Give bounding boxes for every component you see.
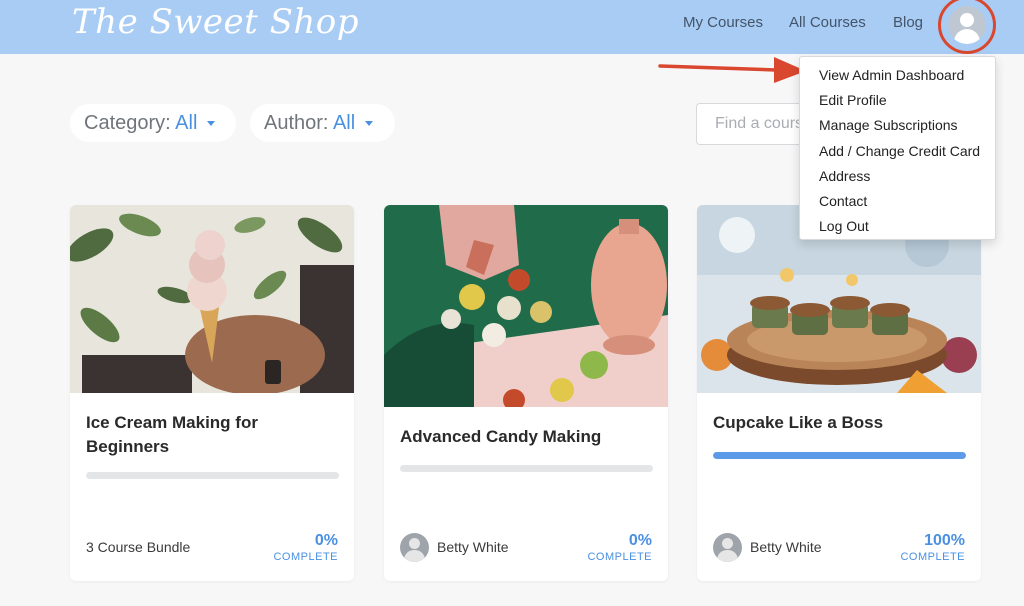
author-filter-value[interactable]: All: [333, 112, 355, 134]
course-percent: 100%: [924, 532, 965, 549]
chevron-down-icon[interactable]: [364, 121, 373, 127]
menu-item-contact[interactable]: Contact: [800, 189, 995, 214]
menu-item-address[interactable]: Address: [800, 164, 995, 189]
course-title[interactable]: Ice Cream Making for Beginners: [86, 411, 340, 459]
category-filter-label: Category:: [84, 112, 171, 134]
course-search-input[interactable]: [696, 103, 806, 145]
course-bundle-label: 3 Course Bundle: [86, 539, 191, 555]
menu-item-manage-subscriptions[interactable]: Manage Subscriptions: [800, 113, 995, 138]
menu-item-view-admin-dashboard[interactable]: View Admin Dashboard: [800, 63, 995, 88]
author-avatar-icon: [400, 533, 429, 562]
course-complete-label: COMPLETE: [273, 551, 338, 563]
category-filter-value[interactable]: All: [175, 112, 197, 134]
course-card[interactable]: Advanced Candy Making Betty White 0% COM…: [384, 205, 668, 581]
course-author: Betty White: [437, 539, 509, 555]
site-logo[interactable]: The Sweet Shop: [72, 2, 359, 42]
menu-item-log-out[interactable]: Log Out: [800, 214, 995, 239]
annotation-arrow-icon: [658, 57, 806, 83]
course-title[interactable]: Advanced Candy Making: [400, 425, 654, 449]
course-progress-bar: [400, 465, 653, 472]
course-title[interactable]: Cupcake Like a Boss: [713, 411, 967, 435]
course-image[interactable]: [70, 205, 354, 393]
course-percent: 0%: [314, 532, 338, 549]
user-avatar-icon[interactable]: [948, 6, 986, 44]
course-card[interactable]: Cupcake Like a Boss Betty White 100% COM…: [697, 205, 981, 581]
nav-all-courses[interactable]: All Courses: [789, 14, 866, 31]
nav-my-courses[interactable]: My Courses: [683, 14, 763, 31]
course-progress-bar: [86, 472, 339, 479]
author-filter-label: Author:: [264, 112, 329, 134]
author-avatar-icon: [713, 533, 742, 562]
course-card[interactable]: Ice Cream Making for Beginners 3 Course …: [70, 205, 354, 581]
category-filter[interactable]: Category: All: [70, 104, 236, 142]
course-progress-bar: [713, 452, 966, 459]
course-complete-label: COMPLETE: [900, 551, 965, 563]
course-image[interactable]: [384, 205, 668, 407]
course-author: Betty White: [750, 539, 822, 555]
menu-item-edit-profile[interactable]: Edit Profile: [800, 88, 995, 113]
user-dropdown-menu: View Admin Dashboard Edit Profile Manage…: [799, 56, 996, 240]
course-complete-label: COMPLETE: [587, 551, 652, 563]
course-percent: 0%: [628, 532, 652, 549]
author-filter[interactable]: Author: All: [250, 104, 395, 142]
menu-item-credit-card[interactable]: Add / Change Credit Card: [800, 139, 995, 164]
chevron-down-icon[interactable]: [206, 121, 215, 127]
top-nav-bar: The Sweet Shop My Courses All Courses Bl…: [0, 0, 1024, 54]
nav-blog[interactable]: Blog: [893, 14, 923, 31]
